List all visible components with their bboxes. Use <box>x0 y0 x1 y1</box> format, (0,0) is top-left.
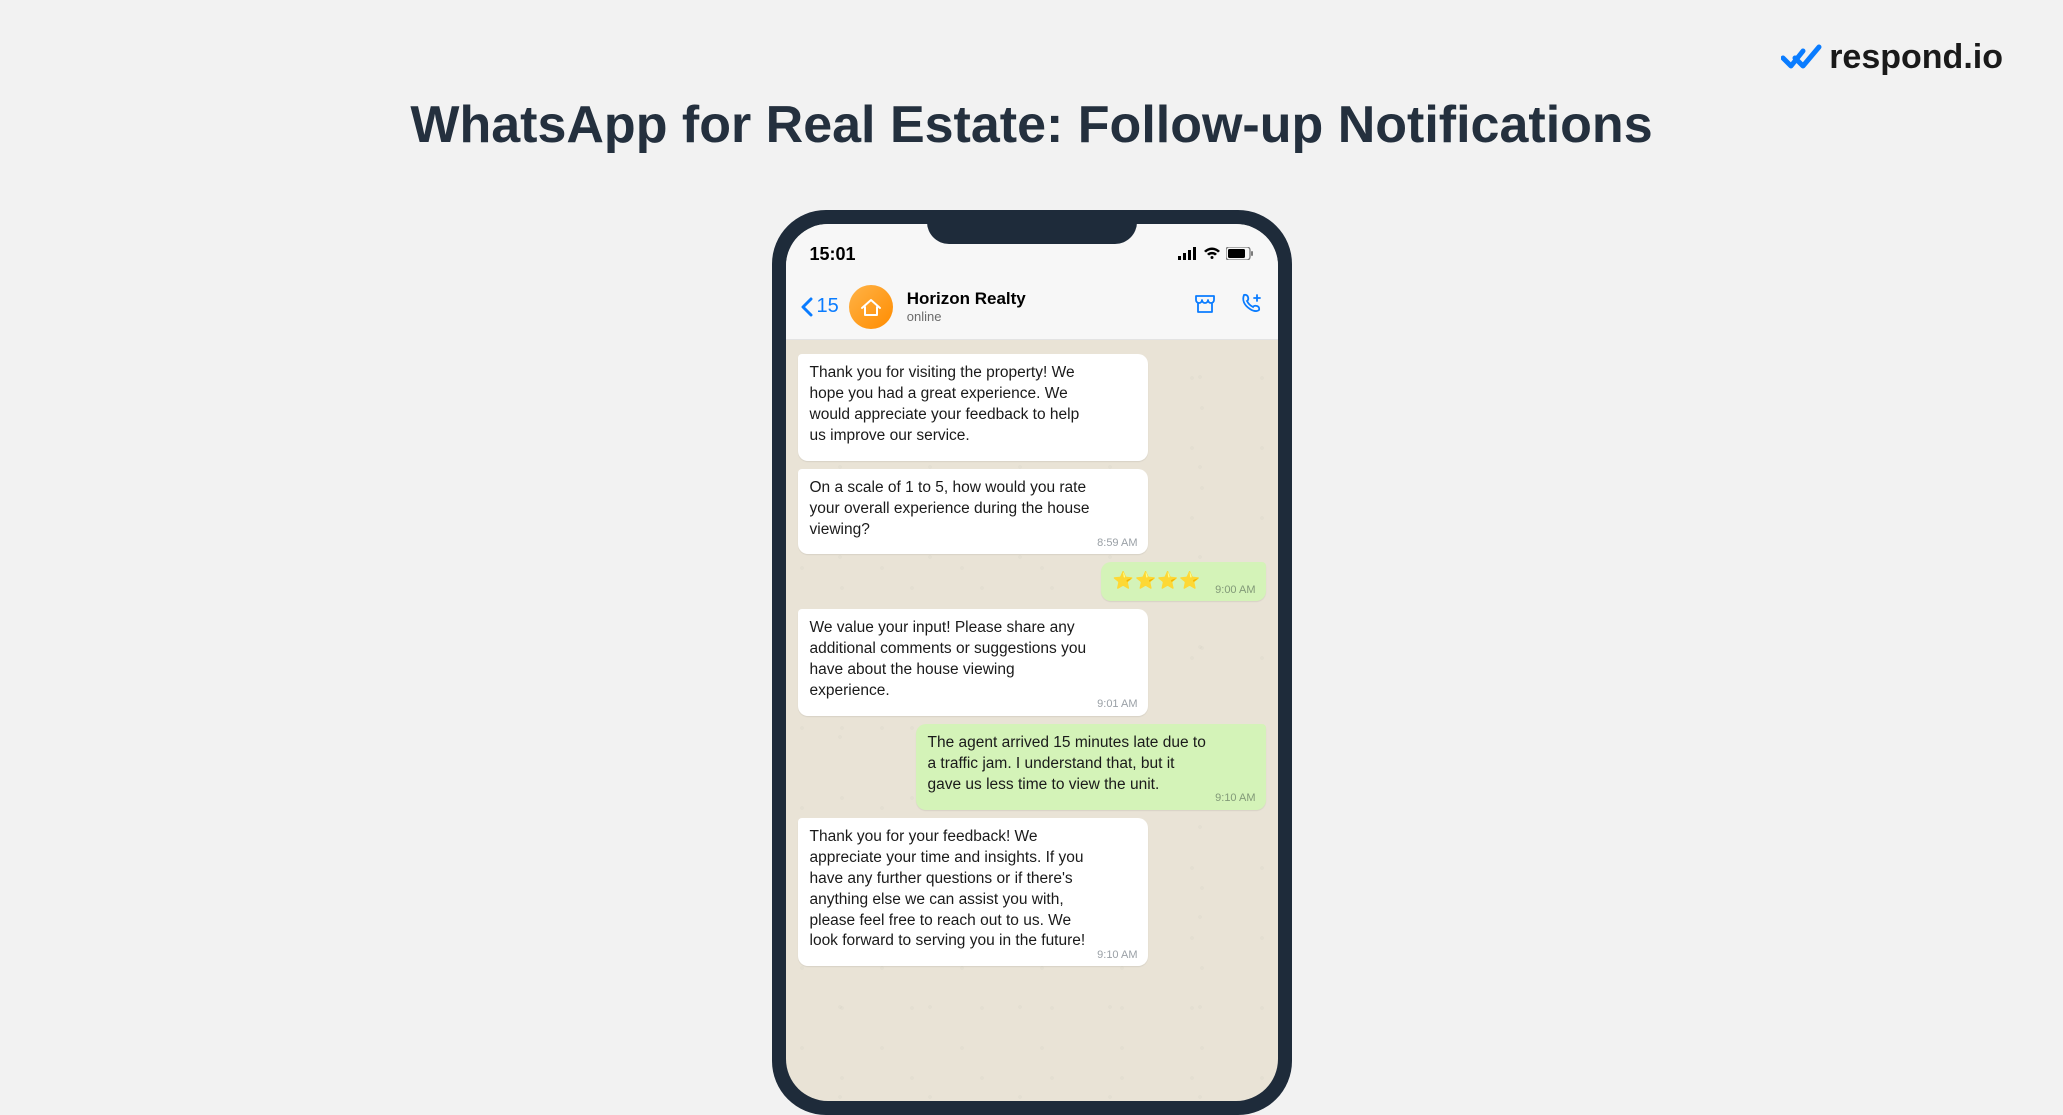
message-text: The agent arrived 15 minutes late due to… <box>928 733 1254 796</box>
message-time: 8:59 AM <box>1097 536 1137 551</box>
wifi-icon <box>1203 244 1221 265</box>
avatar[interactable] <box>849 285 893 329</box>
brand-check-icon <box>1781 43 1823 73</box>
message-time: 9:10 AM <box>1215 791 1255 806</box>
message-bubble[interactable]: Thank you for your feedback! We apprecia… <box>798 818 1148 967</box>
message-text: Thank you for your feedback! We apprecia… <box>810 827 1136 953</box>
message-time: 9:10 AM <box>1097 948 1137 963</box>
contact-name: Horizon Realty <box>907 289 1184 309</box>
house-icon <box>858 294 884 320</box>
store-icon[interactable] <box>1192 291 1218 322</box>
message-text: ⭐⭐⭐⭐ <box>1113 570 1210 593</box>
message-bubble[interactable]: ⭐⭐⭐⭐ 9:00 AM <box>1101 562 1266 601</box>
status-time: 15:01 <box>810 244 920 265</box>
phone-screen: 15:01 15 <box>786 224 1278 1101</box>
message-time: 9:01 AM <box>1097 697 1137 712</box>
back-count: 15 <box>817 295 839 318</box>
page-title: WhatsApp for Real Estate: Follow-up Noti… <box>0 95 2063 155</box>
contact-info[interactable]: Horizon Realty online <box>907 289 1184 324</box>
chevron-left-icon <box>800 297 814 317</box>
message-bubble[interactable]: We value your input! Please share any ad… <box>798 609 1148 716</box>
call-add-icon[interactable] <box>1238 291 1264 322</box>
battery-icon <box>1226 244 1254 265</box>
message-bubble[interactable]: The agent arrived 15 minutes late due to… <box>916 724 1266 810</box>
contact-status: online <box>907 309 1184 324</box>
back-button[interactable]: 15 <box>800 295 839 318</box>
chat-body[interactable]: Thank you for visiting the property! We … <box>786 340 1278 980</box>
phone-notch <box>927 210 1137 244</box>
message-bubble[interactable]: On a scale of 1 to 5, how would you rate… <box>798 469 1148 555</box>
message-text: Thank you for visiting the property! We … <box>810 363 1136 447</box>
message-text: We value your input! Please share any ad… <box>810 618 1136 702</box>
signal-icon <box>1178 244 1198 265</box>
brand-logo: respond.io <box>1781 38 2003 77</box>
chat-header: 15 Horizon Realty online <box>786 274 1278 340</box>
status-icons <box>1144 244 1254 265</box>
header-actions <box>1192 291 1264 322</box>
message-time: 9:00 AM <box>1215 583 1255 598</box>
message-bubble[interactable]: Thank you for visiting the property! We … <box>798 354 1148 461</box>
message-text: On a scale of 1 to 5, how would you rate… <box>810 478 1136 541</box>
brand-name: respond.io <box>1829 38 2003 77</box>
phone-frame: 15:01 15 <box>772 210 1292 1115</box>
